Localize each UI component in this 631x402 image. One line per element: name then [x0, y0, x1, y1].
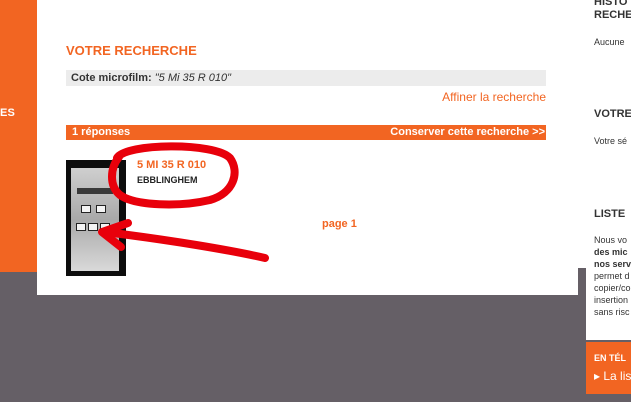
- results-count: 1 réponses: [72, 126, 131, 138]
- history-box: HISTO RECHE Aucune: [586, 0, 631, 60]
- thumbnail-box: [76, 223, 86, 231]
- left-nav-strip[interactable]: ES: [0, 0, 37, 272]
- history-title-line2: RECHE: [594, 9, 631, 21]
- liste-box: LISTE Nous vo des mic nos serv permet d …: [586, 180, 631, 340]
- liste-line: nos serv: [594, 259, 631, 270]
- votre-text: Votre sé: [594, 136, 628, 146]
- liste-line: sans risc: [594, 307, 630, 317]
- history-title-line1: HISTO: [594, 0, 628, 8]
- thumbnail-box: [100, 223, 110, 231]
- thumbnail-image: [71, 168, 119, 271]
- liste-line-bold: des mic: [594, 247, 628, 257]
- liste-line: copier/co: [594, 283, 631, 293]
- liste-line: Nous vo: [594, 235, 628, 245]
- votre-title: VOTRE: [594, 108, 631, 120]
- section-title: VOTRE RECHERCHE: [66, 43, 197, 58]
- liste-title: LISTE: [594, 208, 626, 220]
- thumbnail-box: [96, 205, 106, 213]
- download-title: EN TÉL: [594, 353, 627, 363]
- download-box: EN TÉL ▸ La lis: [586, 342, 631, 394]
- right-sidebar: HISTO RECHE Aucune VOTRE Votre sé LISTE …: [586, 0, 631, 402]
- votre-box: VOTRE Votre sé: [586, 82, 631, 158]
- result-code-link[interactable]: 5 MI 35 R 010: [137, 159, 206, 171]
- liste-line: insertion: [594, 295, 629, 305]
- search-criteria-bar: Cote microfilm: "5 Mi 35 R 010": [66, 70, 546, 86]
- thumbnail-box: [88, 223, 98, 231]
- refine-search-link[interactable]: Affiner la recherche: [442, 90, 546, 104]
- criteria-label: Cote microfilm:: [71, 72, 152, 84]
- search-results-panel: VOTRE RECHERCHE Cote microfilm: "5 Mi 35…: [37, 0, 578, 295]
- thumbnail-box: [81, 205, 91, 213]
- save-search-link[interactable]: Conserver cette recherche >>: [390, 126, 545, 138]
- liste-line-bold: nos serv: [594, 259, 631, 269]
- results-bar: 1 réponses Conserver cette recherche >>: [66, 125, 546, 140]
- result-place-name: EBBLINGHEM: [137, 175, 198, 185]
- pagination-label[interactable]: page 1: [322, 218, 357, 230]
- thumbnail-title-strip: [77, 188, 113, 194]
- history-text: Aucune: [594, 37, 625, 47]
- liste-line: permet d: [594, 271, 630, 281]
- criteria-value: "5 Mi 35 R 010": [154, 72, 232, 84]
- microfilm-thumbnail[interactable]: [66, 160, 126, 276]
- download-link[interactable]: ▸ La lis: [594, 369, 631, 383]
- liste-line: des mic: [594, 247, 628, 258]
- left-nav-label[interactable]: ES: [0, 107, 15, 119]
